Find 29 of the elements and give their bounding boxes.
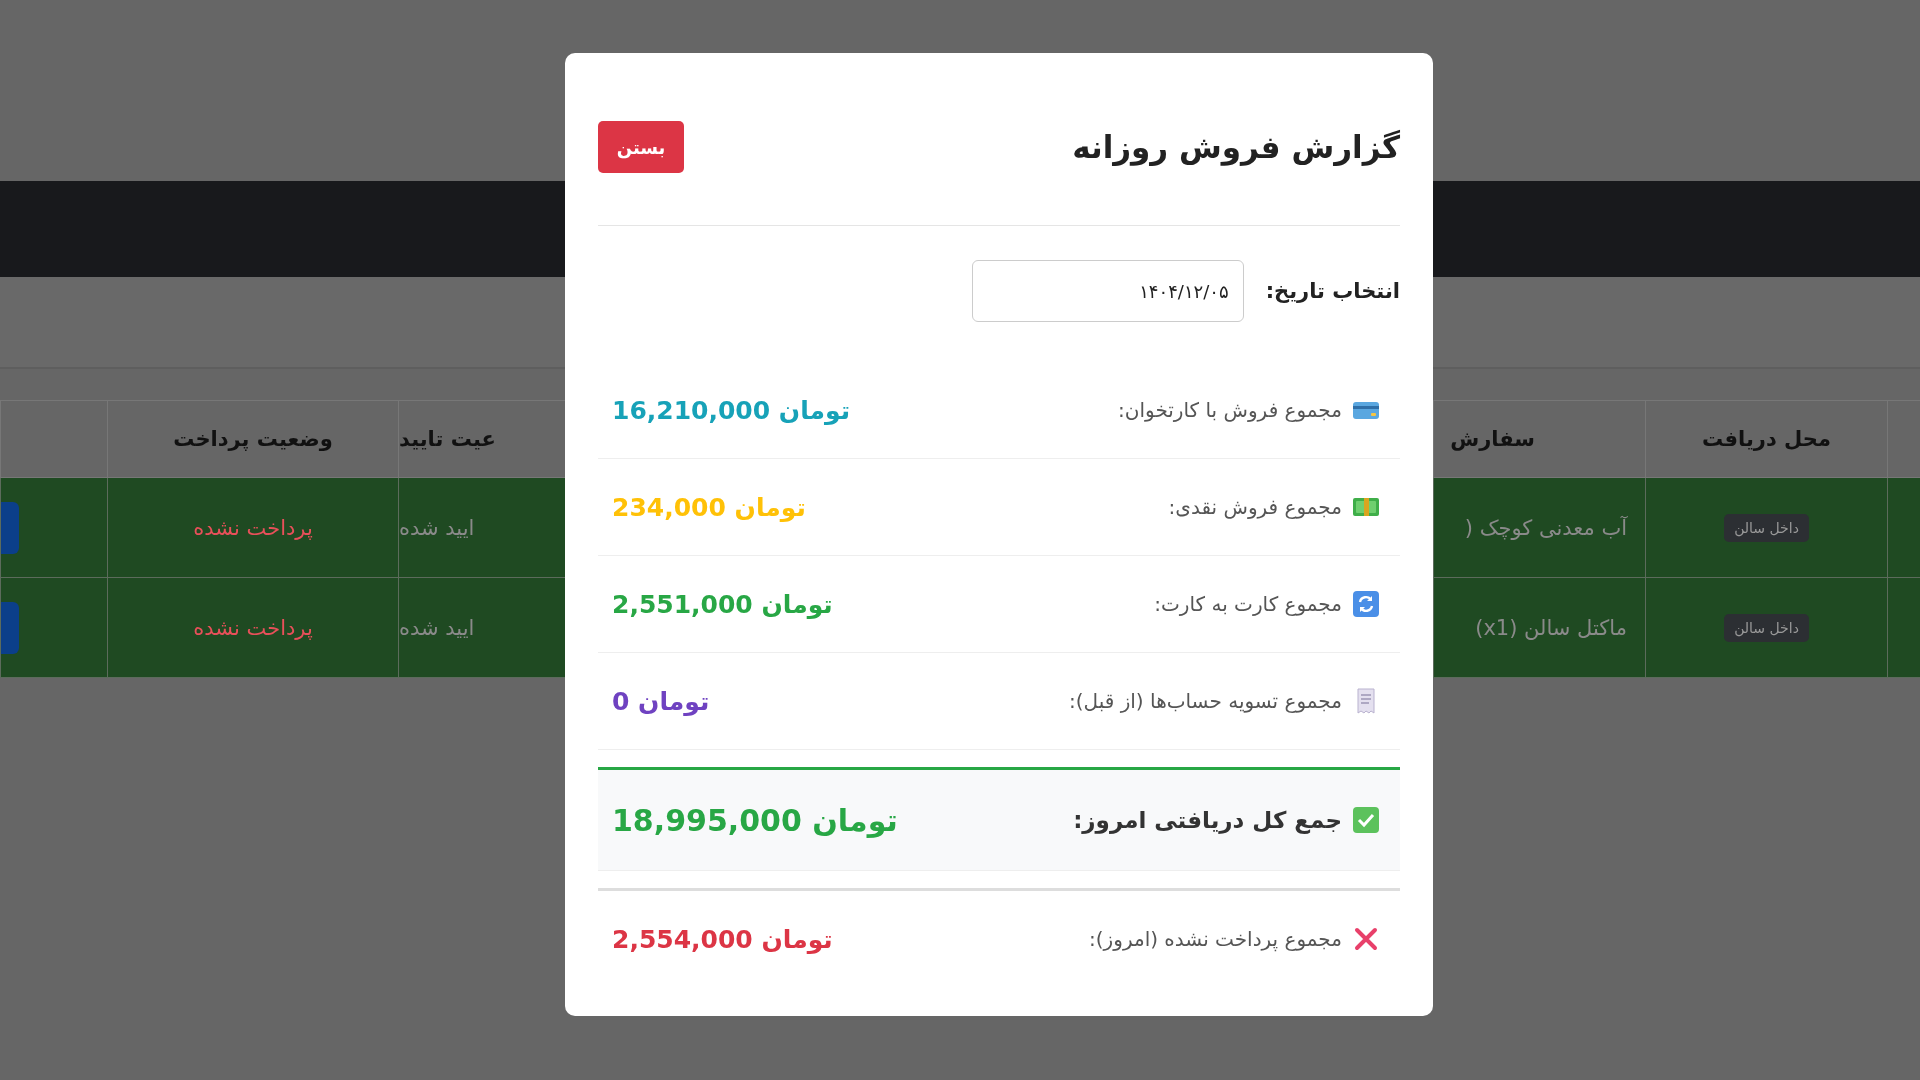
close-button[interactable]: بستن [598,121,684,173]
table-cell: پرداخت نشده [107,578,398,678]
amount-value: 234,000 تومان [612,492,806,522]
report-label: مجموع فروش نقدی: [1168,495,1342,519]
location-badge: داخل سالن [1724,513,1809,542]
table-cell: ماکتل سالن (x1) [1433,578,1645,678]
date-label: انتخاب تاریخ: [1265,279,1400,303]
amount-value: 2,551,000 تومان [612,589,833,619]
report-label: مجموع فروش با کارتخوان: [1118,398,1342,422]
table-cell: آب معدنی کوچک ( [1433,478,1645,578]
report-label: مجموع تسویه حساب‌ها (از قبل): [1069,689,1342,713]
amount-value: 16,210,000 تومان [612,395,851,425]
total-amount: 18,995,000 تومان [612,802,898,838]
refresh-arrows-icon [1352,590,1380,618]
location-badge: داخل سالن [1724,613,1809,642]
total-label: جمع کل دریافتی امروز: [1073,807,1342,833]
table-cell: ایید شده [398,578,565,678]
date-field[interactable]: ۱۴۰۴/۱۲/۰۵ [971,260,1244,322]
action-button[interactable] [1,601,19,654]
dialog-title: گزارش فروش روزانه [1072,129,1400,165]
cross-icon [1352,925,1380,953]
unpaid-label: مجموع پرداخت نشده (امروز): [1089,927,1342,951]
action-button[interactable] [1,501,19,554]
table-cell: پرداخت نشده [107,478,398,578]
unpaid-amount: 2,554,000 تومان [612,924,833,954]
amount-value: 0 تومان [612,686,710,716]
table-cell: ایید شده [398,478,565,578]
checkmark-icon [1352,806,1380,834]
report-label: مجموع کارت به کارت: [1154,592,1342,616]
